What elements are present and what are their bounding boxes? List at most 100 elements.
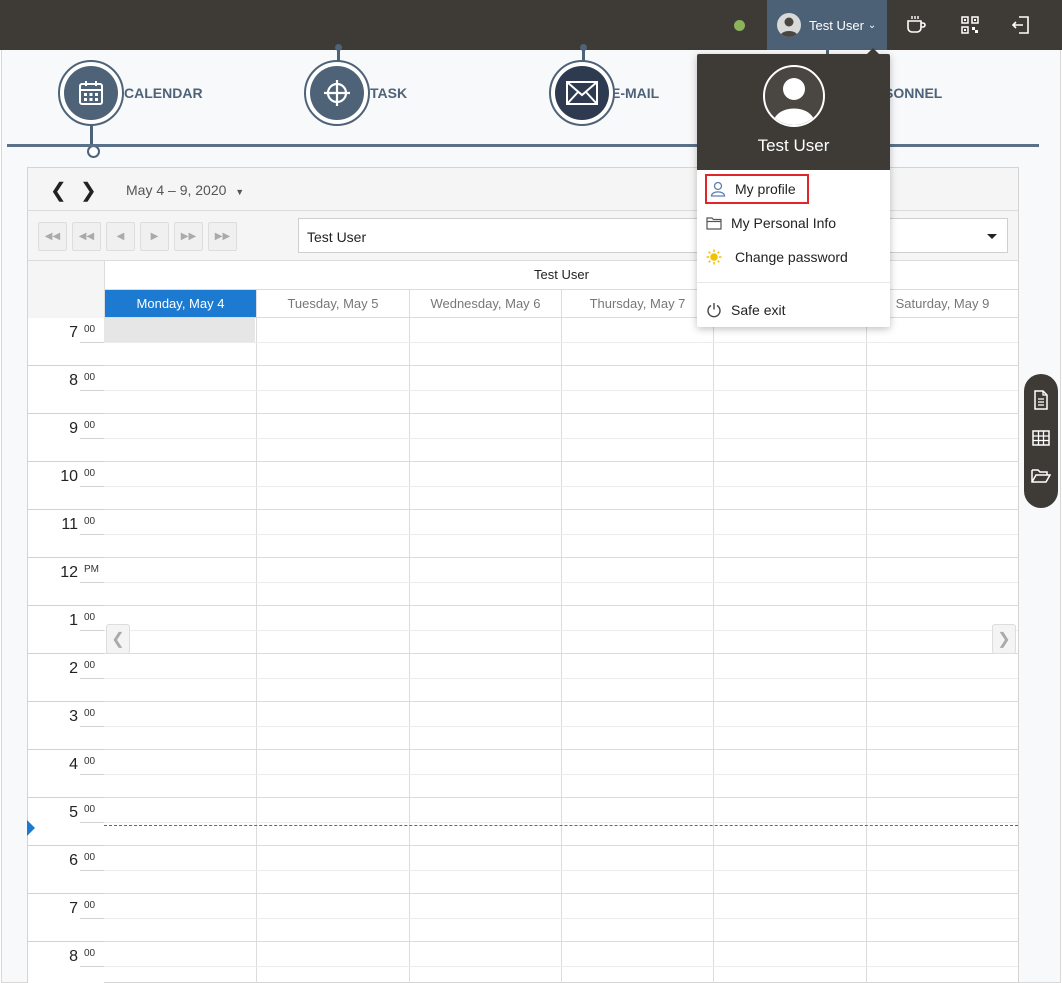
- minute-label: 00: [84, 516, 96, 527]
- calendar-grid[interactable]: [104, 318, 1018, 983]
- day-header[interactable]: Monday, May 4: [104, 290, 256, 318]
- rewind-icon[interactable]: ◀◀: [72, 222, 101, 251]
- scroll-left-icon[interactable]: ❮: [106, 624, 130, 654]
- menu-item-personal-info[interactable]: My Personal Info: [705, 208, 883, 238]
- next-arrow-icon[interactable]: ❯: [80, 178, 97, 203]
- first-page-icon[interactable]: ◀◀: [38, 222, 67, 251]
- resource-select[interactable]: Test User: [298, 218, 1008, 253]
- half-hour-line: [104, 726, 1018, 727]
- module-label: SONNEL: [884, 85, 943, 101]
- top-bar: Test User ⌄: [0, 0, 1062, 50]
- hour-line: [104, 749, 1018, 750]
- hour-label: 12: [60, 564, 78, 581]
- time-slot-label: 8 00: [28, 366, 104, 414]
- day-header[interactable]: Tuesday, May 5: [256, 290, 409, 318]
- module-label: E-MAIL: [611, 85, 660, 101]
- hour-line: [104, 701, 1018, 702]
- module-email[interactable]: E-MAIL: [549, 44, 660, 126]
- minute-label: 00: [84, 948, 96, 959]
- time-slot-label: 7 00: [28, 894, 104, 942]
- time-slot-label: 5 00: [28, 798, 104, 846]
- menu-item-safe-exit[interactable]: Safe exit: [705, 295, 883, 325]
- dropdown-header: Test User: [697, 54, 890, 170]
- half-hour-line: [104, 582, 1018, 583]
- avatar: [777, 13, 801, 37]
- minute-label: PM: [84, 564, 99, 575]
- menu-item-label: My Personal Info: [731, 215, 837, 231]
- fast-forward-icon[interactable]: ▶▶: [174, 222, 203, 251]
- dropdown-user-name: Test User: [757, 136, 830, 155]
- minute-label: 00: [84, 372, 96, 383]
- next-page-icon[interactable]: ▶: [140, 222, 169, 251]
- table-icon[interactable]: [1031, 428, 1051, 448]
- grid-column-divider: [561, 318, 562, 983]
- menu-item-my-profile[interactable]: My profile: [705, 174, 809, 204]
- half-hour-line: [104, 630, 1018, 631]
- time-slot-label: 3 00: [28, 702, 104, 750]
- minute-label: 00: [84, 804, 96, 815]
- time-slot-label: 7 00: [28, 318, 104, 366]
- prev-arrow-icon[interactable]: ❮: [50, 178, 67, 203]
- header-corner: [28, 261, 104, 318]
- calendar-icon: [58, 60, 124, 158]
- user-menu-button[interactable]: Test User ⌄: [767, 0, 887, 50]
- coffee-icon[interactable]: [903, 12, 929, 38]
- hour-label: 8: [69, 948, 78, 965]
- time-slot-label: 9 00: [28, 414, 104, 462]
- scroll-right-icon[interactable]: ❯: [992, 624, 1016, 654]
- time-slot-label: 12 PM: [28, 558, 104, 606]
- hour-line: [104, 893, 1018, 894]
- side-tool-panel: [1024, 374, 1058, 508]
- hour-line: [104, 797, 1018, 798]
- grid-column-divider: [713, 318, 714, 983]
- hour-label: 1: [69, 612, 78, 629]
- avatar: [763, 65, 825, 127]
- prev-page-icon[interactable]: ◀: [106, 222, 135, 251]
- folder-open-icon[interactable]: [1031, 466, 1052, 486]
- envelope-icon: [549, 44, 615, 126]
- half-hour-line: [104, 678, 1018, 679]
- last-page-icon[interactable]: ▶▶: [208, 222, 237, 251]
- minute-label: 00: [84, 756, 96, 767]
- sun-icon: [705, 248, 723, 266]
- qr-code-icon[interactable]: [957, 12, 983, 38]
- half-hour-line: [104, 966, 1018, 967]
- menu-item-change-password[interactable]: Change password: [705, 242, 883, 272]
- time-slot-label: 1 00: [28, 606, 104, 654]
- half-hour-line: [104, 534, 1018, 535]
- day-header[interactable]: Thursday, May 7: [561, 290, 713, 318]
- time-slot-label: 11 00: [28, 510, 104, 558]
- user-menu-name: Test User: [809, 17, 864, 33]
- grid-column-divider: [866, 318, 867, 983]
- time-slot-label: 2 00: [28, 654, 104, 702]
- time-slot-label: 4 00: [28, 750, 104, 798]
- hour-label: 9: [69, 420, 78, 437]
- minute-label: 00: [84, 612, 96, 623]
- hour-label: 4: [69, 756, 78, 773]
- grid-column-divider: [409, 318, 410, 983]
- module-label: TASK: [370, 85, 408, 101]
- module-label: CALENDAR: [124, 85, 203, 101]
- minute-label: 00: [84, 324, 96, 335]
- minute-label: 00: [84, 420, 96, 431]
- day-header[interactable]: Wednesday, May 6: [409, 290, 561, 318]
- half-hour-line: [104, 774, 1018, 775]
- crosshair-icon: [304, 44, 370, 126]
- module-strip: CALENDAR TASK E-MAIL SONNEL: [0, 44, 1062, 158]
- hour-line: [104, 461, 1018, 462]
- hour-label: 7: [69, 324, 78, 341]
- time-slot-label: 8 00: [28, 942, 104, 983]
- module-calendar[interactable]: CALENDAR: [58, 60, 203, 158]
- minute-label: 00: [84, 852, 96, 863]
- caret-down-icon: ▼: [235, 187, 245, 197]
- document-icon[interactable]: [1031, 390, 1051, 410]
- selected-time-slot[interactable]: [104, 318, 255, 342]
- half-hour-line: [104, 822, 1018, 823]
- date-range-picker[interactable]: May 4 – 9, 2020 ▼: [126, 182, 244, 198]
- module-task[interactable]: TASK: [304, 44, 408, 126]
- half-hour-line: [104, 918, 1018, 919]
- caret-down-icon: [987, 234, 997, 239]
- logout-icon[interactable]: [1008, 12, 1034, 38]
- minute-label: 00: [84, 468, 96, 479]
- menu-divider: [697, 282, 890, 283]
